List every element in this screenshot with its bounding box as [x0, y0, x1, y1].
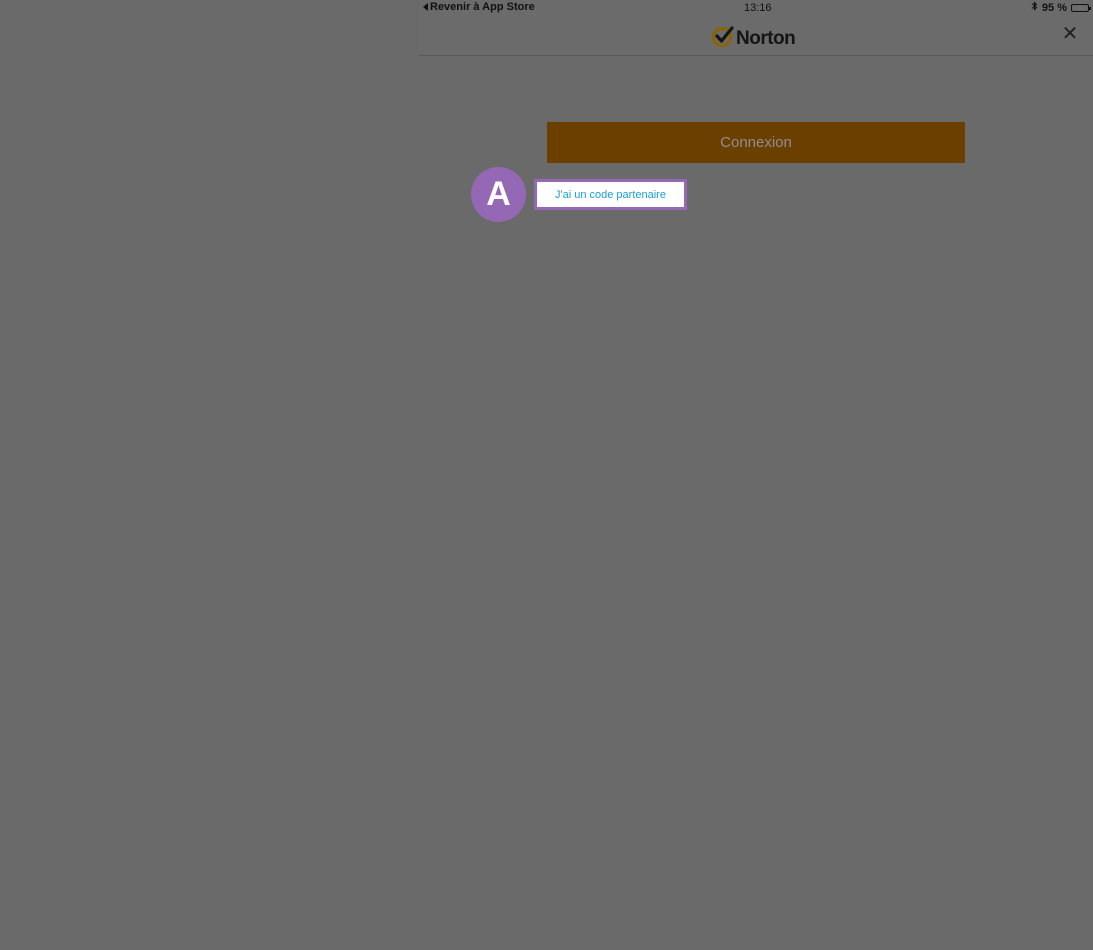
norton-logo: Norton	[711, 24, 796, 53]
battery-percent: 95 %	[1041, 1, 1067, 14]
callout-badge: A	[471, 167, 526, 222]
close-icon[interactable]: ✕	[1061, 24, 1079, 44]
status-time: 13:16	[744, 2, 772, 14]
status-right: 95 %	[1031, 1, 1091, 14]
battery-icon	[1071, 3, 1091, 12]
logo-text: Norton	[736, 27, 796, 49]
partner-code-highlight: J'ai un code partenaire	[534, 179, 687, 210]
nav-bar: Norton ✕	[419, 16, 1093, 56]
bluetooth-icon	[1031, 1, 1038, 14]
back-label: Revenir à App Store	[430, 1, 535, 13]
back-triangle-icon	[423, 3, 428, 11]
back-to-app-store[interactable]: Revenir à App Store	[423, 1, 535, 13]
partner-code-link[interactable]: J'ai un code partenaire	[555, 189, 666, 201]
screen: Revenir à App Store 13:16 95 % Norton ✕ …	[0, 0, 1093, 950]
status-bar: Revenir à App Store 13:16 95 %	[419, 0, 1093, 16]
connexion-button[interactable]: Connexion	[547, 122, 965, 163]
norton-check-icon	[711, 24, 735, 53]
